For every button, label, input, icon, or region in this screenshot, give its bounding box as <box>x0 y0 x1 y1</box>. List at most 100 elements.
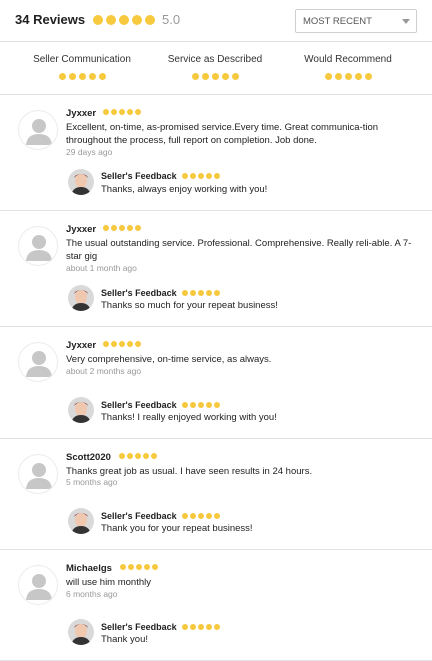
review-text: will use him monthly <box>66 577 151 588</box>
star-icon <box>190 402 196 408</box>
star-icon <box>214 173 220 179</box>
star-icon <box>231 72 239 80</box>
criterion-label: Seller Communication <box>33 54 131 65</box>
star-icon <box>334 72 342 80</box>
review-text: The usual outstanding service. Professio… <box>66 238 412 262</box>
criterion-service-as-described: Service as Described <box>150 54 280 83</box>
star-icon <box>119 15 129 25</box>
star-icon <box>206 513 212 519</box>
review-time: 29 days ago <box>66 147 113 157</box>
star-icon <box>135 109 141 115</box>
seller-feedback-label: Seller's Feedback <box>101 171 177 181</box>
person-silhouette-icon <box>18 342 58 382</box>
star-icon <box>111 109 117 115</box>
star-icon <box>182 624 188 630</box>
star-icon <box>103 109 109 115</box>
seller-photo-icon <box>68 619 94 645</box>
star-icon <box>190 624 196 630</box>
reviewer-name[interactable]: Jyxxer <box>66 108 96 119</box>
star-icon <box>93 15 103 25</box>
review-rating-stars <box>103 341 141 347</box>
criterion-would-recommend: Would Recommend <box>283 54 413 83</box>
reviewer-name[interactable]: Jyxxer <box>66 224 96 235</box>
star-icon <box>68 72 76 80</box>
star-icon <box>103 225 109 231</box>
review-text: Very comprehensive, on-time service, as … <box>66 354 272 365</box>
seller-rating-stars <box>182 290 220 296</box>
star-icon <box>111 225 117 231</box>
star-icon <box>198 402 204 408</box>
star-icon <box>198 173 204 179</box>
star-icon <box>119 109 125 115</box>
review-item: Jyxxer The usual outstanding service. Pr… <box>0 211 432 327</box>
star-icon <box>198 290 204 296</box>
star-icon <box>190 513 196 519</box>
reviewer-name[interactable]: Scott2020 <box>66 452 111 463</box>
sort-dropdown[interactable]: MOST RECENT <box>295 9 417 33</box>
seller-reply-text: Thanks! I really enjoyed working with yo… <box>101 412 277 423</box>
sort-selected-value: MOST RECENT <box>303 16 372 27</box>
star-icon <box>135 225 141 231</box>
seller-feedback-label: Seller's Feedback <box>101 511 177 521</box>
star-icon <box>198 624 204 630</box>
star-icon <box>324 72 332 80</box>
criterion-stars <box>191 72 239 80</box>
star-icon <box>211 72 219 80</box>
review-item: Jyxxer Excellent, on-time, as-promised s… <box>0 95 432 211</box>
review-item: Michaelgs will use him monthly 6 months … <box>0 550 432 661</box>
star-icon <box>354 72 362 80</box>
criterion-stars <box>58 72 106 80</box>
star-icon <box>106 15 116 25</box>
star-icon <box>214 624 220 630</box>
star-icon <box>206 290 212 296</box>
reviewer-name[interactable]: Michaelgs <box>66 563 112 574</box>
star-icon <box>127 341 133 347</box>
star-icon <box>198 513 204 519</box>
star-icon <box>135 453 141 459</box>
star-icon <box>151 453 157 459</box>
star-icon <box>144 564 150 570</box>
person-silhouette-icon <box>18 454 58 494</box>
star-icon <box>127 109 133 115</box>
average-rating-stars <box>93 15 155 25</box>
seller-reply-text: Thank you! <box>101 634 148 645</box>
star-icon <box>182 290 188 296</box>
review-rating-stars <box>119 453 157 459</box>
star-icon <box>214 402 220 408</box>
review-rating-stars <box>120 564 158 570</box>
review-time: 6 months ago <box>66 589 118 599</box>
star-icon <box>120 564 126 570</box>
seller-rating-stars <box>182 513 220 519</box>
seller-reply-text: Thank you for your repeat business! <box>101 523 253 534</box>
review-time: about 2 months ago <box>66 366 142 376</box>
seller-photo-icon <box>68 508 94 534</box>
star-icon <box>145 15 155 25</box>
seller-reply-text: Thanks, always enjoy working with you! <box>101 184 268 195</box>
star-icon <box>201 72 209 80</box>
chevron-down-icon <box>402 19 410 24</box>
star-icon <box>88 72 96 80</box>
star-icon <box>135 341 141 347</box>
star-icon <box>206 624 212 630</box>
star-icon <box>111 341 117 347</box>
star-icon <box>182 173 188 179</box>
review-item: Scott2020 Thanks great job as usual. I h… <box>0 439 432 550</box>
star-icon <box>58 72 66 80</box>
star-icon <box>152 564 158 570</box>
reviews-header: 34 Reviews 5.0 MOST RECENT <box>0 0 432 42</box>
star-icon <box>206 173 212 179</box>
person-silhouette-icon <box>18 565 58 605</box>
star-icon <box>143 453 149 459</box>
seller-feedback-label: Seller's Feedback <box>101 400 177 410</box>
star-icon <box>364 72 372 80</box>
reviewer-name[interactable]: Jyxxer <box>66 340 96 351</box>
star-icon <box>206 402 212 408</box>
star-icon <box>214 290 220 296</box>
criterion-label: Service as Described <box>167 54 263 65</box>
star-icon <box>103 341 109 347</box>
seller-rating-stars <box>182 402 220 408</box>
star-icon <box>78 72 86 80</box>
star-icon <box>190 290 196 296</box>
seller-rating-stars <box>182 173 220 179</box>
seller-rating-stars <box>182 624 220 630</box>
